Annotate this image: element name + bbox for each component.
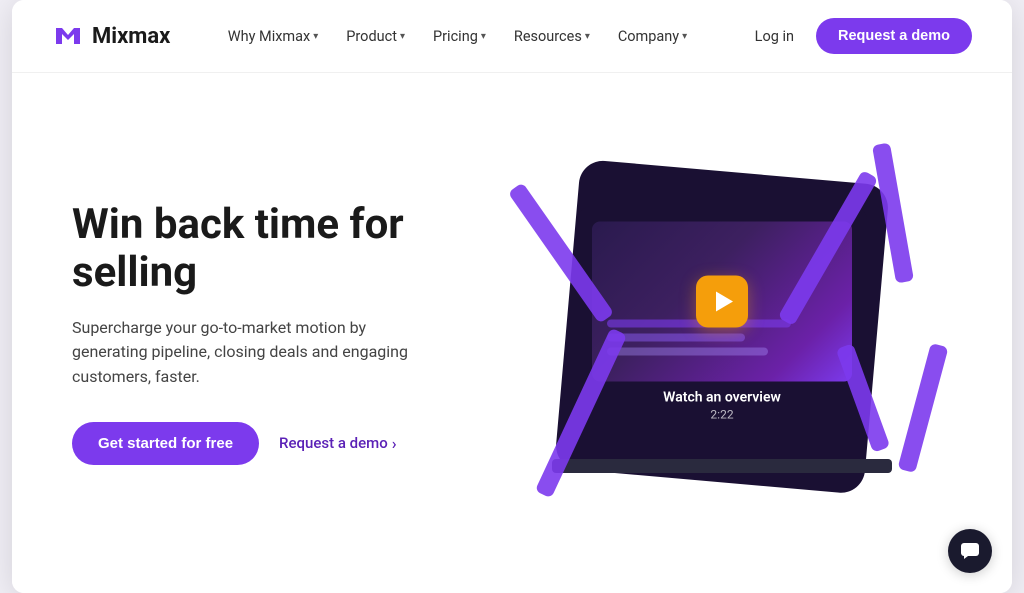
laptop-base <box>552 459 892 473</box>
video-caption: Watch an overview 2:22 <box>663 390 781 422</box>
browser-frame: Mixmax Why Mixmax ▾ Product ▾ Pricing ▾ … <box>12 0 1012 593</box>
chevron-down-icon: ▾ <box>481 31 486 42</box>
decoration-ribbon-4 <box>897 343 948 473</box>
screen-bar-2 <box>607 334 745 342</box>
nav-item-pricing[interactable]: Pricing ▾ <box>421 22 498 51</box>
header: Mixmax Why Mixmax ▾ Product ▾ Pricing ▾ … <box>12 0 1012 73</box>
hero-subtitle: Supercharge your go-to-market motion by … <box>72 316 442 390</box>
nav-item-why-mixmax[interactable]: Why Mixmax ▾ <box>216 22 331 51</box>
monitor-screen <box>592 222 852 382</box>
arrow-icon: › <box>392 434 397 453</box>
logo-area[interactable]: Mixmax <box>52 20 170 52</box>
chevron-down-icon: ▾ <box>585 31 590 42</box>
hero-title: Win back time for selling <box>72 201 492 298</box>
video-caption-title: Watch an overview <box>663 390 781 406</box>
nav-item-company[interactable]: Company ▾ <box>606 22 699 51</box>
hero-left: Win back time for selling Supercharge yo… <box>72 201 492 465</box>
request-demo-button[interactable]: Request a demo <box>816 18 972 54</box>
video-duration: 2:22 <box>663 408 781 422</box>
main-content: Win back time for selling Supercharge yo… <box>12 73 1012 593</box>
play-button-container <box>696 276 748 328</box>
play-button[interactable] <box>696 276 748 328</box>
nav-actions: Log in Request a demo <box>745 18 972 54</box>
hero-right: Watch an overview 2:22 <box>492 133 952 533</box>
logo-text: Mixmax <box>92 24 170 49</box>
chevron-down-icon: ▾ <box>682 31 687 42</box>
chevron-down-icon: ▾ <box>400 31 405 42</box>
cta-row: Get started for free Request a demo › <box>72 422 492 465</box>
login-button[interactable]: Log in <box>745 22 804 51</box>
screen-bar-3 <box>607 348 768 356</box>
chevron-down-icon: ▾ <box>313 31 318 42</box>
nav-item-product[interactable]: Product ▾ <box>334 22 417 51</box>
chat-icon <box>960 542 980 560</box>
play-icon <box>716 292 733 312</box>
request-demo-secondary-button[interactable]: Request a demo › <box>279 434 397 453</box>
nav-item-resources[interactable]: Resources ▾ <box>502 22 602 51</box>
get-started-button[interactable]: Get started for free <box>72 422 259 465</box>
mixmax-logo-icon <box>52 20 84 52</box>
chat-button[interactable] <box>948 529 992 573</box>
main-nav: Why Mixmax ▾ Product ▾ Pricing ▾ Resourc… <box>216 22 699 51</box>
